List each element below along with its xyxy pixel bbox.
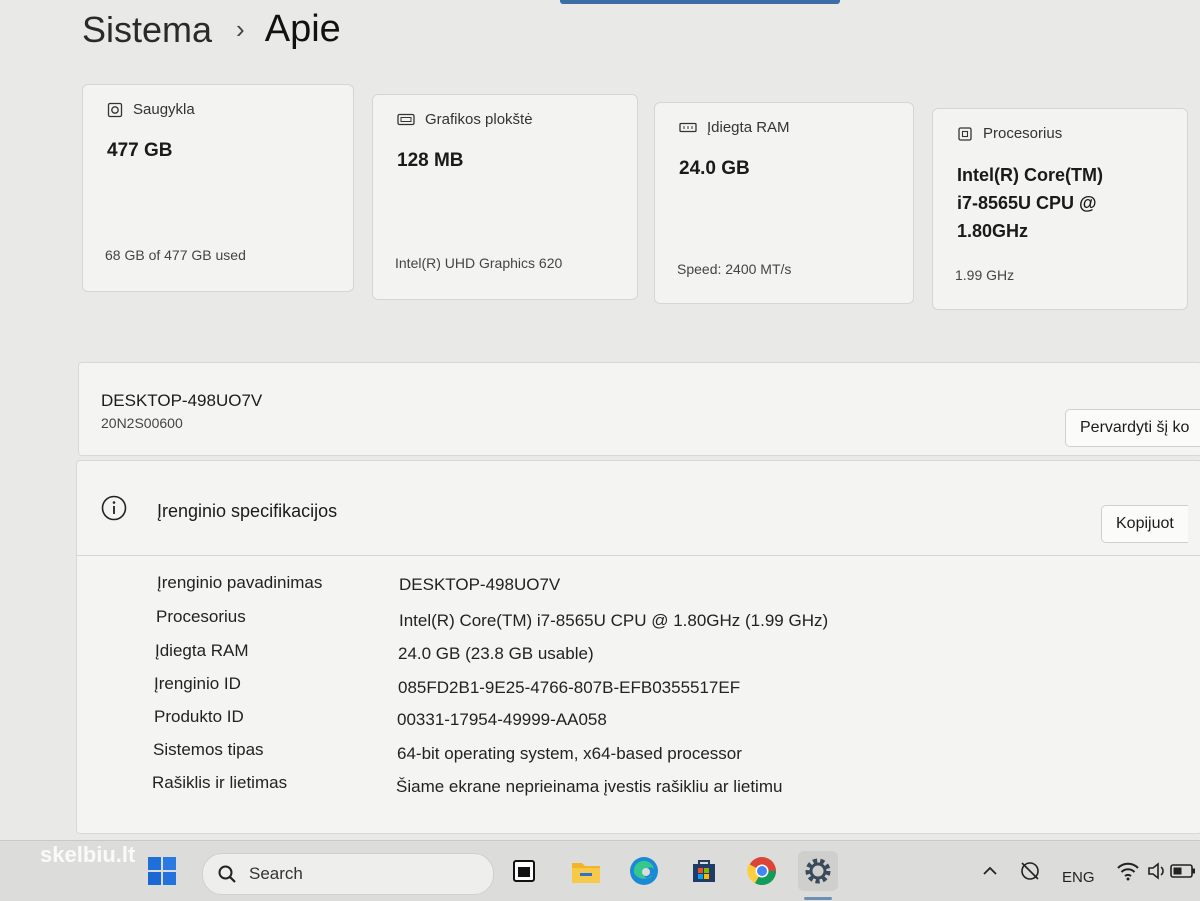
- search-icon: [218, 865, 236, 883]
- device-specs-panel: Įrenginio specifikacijos Kopijuot Įrengi…: [76, 460, 1200, 834]
- processor-value-line: i7-8565U CPU @: [957, 193, 1097, 213]
- spec-value: 64-bit operating system, x64-based proce…: [397, 744, 742, 763]
- no-network-icon[interactable]: [1010, 851, 1050, 891]
- watermark: skelbiu.lt: [40, 842, 136, 867]
- ram-card[interactable]: Įdiegta RAM 24.0 GB Speed: 2400 MT/s: [654, 102, 914, 304]
- spec-value: 085FD2B1-9E25-4766-807B-EFB0355517EF: [398, 678, 741, 697]
- storage-card-header: Saugykla: [107, 101, 195, 118]
- task-view-icon[interactable]: [504, 851, 544, 891]
- graphics-card-icon: [397, 113, 415, 125]
- spec-value: DESKTOP-498UO7V: [399, 575, 561, 594]
- graphics-card[interactable]: Grafikos plokštė 128 MB Intel(R) UHD Gra…: [372, 94, 638, 300]
- breadcrumb: Sistema › Apie: [82, 8, 341, 51]
- processor-value-line: Intel(R) Core(TM): [957, 165, 1103, 185]
- spec-label: Procesorius: [156, 607, 246, 626]
- storage-icon: [107, 102, 123, 117]
- spec-label: Įrenginio pavadinimas: [157, 573, 323, 592]
- processor-card-value: Intel(R) Core(TM) i7-8565U CPU @ 1.80GHz: [957, 161, 1103, 245]
- processor-value-line: 1.80GHz: [957, 221, 1029, 241]
- page-title: Apie: [264, 8, 341, 50]
- file-explorer-icon[interactable]: [566, 851, 606, 891]
- spec-label: Įrenginio ID: [154, 674, 241, 693]
- graphics-card-title: Grafikos plokštė: [425, 111, 533, 128]
- info-icon: [101, 495, 127, 521]
- windows-start-icon[interactable]: [142, 851, 182, 891]
- store-icon[interactable]: [684, 851, 724, 891]
- copy-button[interactable]: Kopijuot: [1101, 505, 1188, 543]
- settings-icon[interactable]: [798, 851, 838, 891]
- chevron-up-icon[interactable]: [970, 851, 1010, 891]
- ram-card-header: Įdiegta RAM: [679, 119, 790, 136]
- spec-value: Intel(R) Core(TM) i7-8565U CPU @ 1.80GHz…: [399, 611, 829, 630]
- device-specs-title: Įrenginio specifikacijos: [157, 501, 338, 521]
- storage-card[interactable]: Saugykla 477 GB 68 GB of 477 GB used: [82, 84, 354, 292]
- ram-card-detail: Speed: 2400 MT/s: [677, 261, 792, 277]
- ram-icon: [679, 122, 697, 132]
- graphics-card-header: Grafikos plokštė: [397, 111, 533, 128]
- device-model: 20N2S00600: [101, 415, 183, 431]
- storage-card-value: 477 GB: [107, 140, 173, 161]
- storage-card-title: Saugykla: [133, 101, 195, 118]
- spec-label: Rašiklis ir lietimas: [152, 773, 288, 792]
- processor-icon: [958, 126, 972, 141]
- taskbar: Search ENG: [0, 840, 1200, 901]
- spec-label: Įdiegta RAM: [155, 641, 249, 660]
- processor-card-detail: 1.99 GHz: [955, 267, 1015, 283]
- window-accent-bar: [560, 0, 840, 4]
- spec-value: 00331-17954-49999-AA058: [397, 710, 607, 729]
- graphics-card-detail: Intel(R) UHD Graphics 620: [395, 255, 563, 271]
- spec-label: Produkto ID: [154, 707, 244, 726]
- spec-label: Sistemos tipas: [153, 740, 264, 759]
- spec-value: 24.0 GB (23.8 GB usable): [398, 644, 594, 663]
- storage-card-detail: 68 GB of 477 GB used: [105, 247, 246, 263]
- device-name-panel: DESKTOP-498UO7V 20N2S00600 Pervardyti šį…: [78, 362, 1200, 456]
- device-name: DESKTOP-498UO7V: [101, 391, 263, 410]
- chrome-icon[interactable]: [742, 851, 782, 891]
- processor-card-title: Procesorius: [983, 125, 1063, 142]
- processor-card-header: Procesorius: [957, 125, 1062, 142]
- breadcrumb-separator: ›: [236, 14, 245, 44]
- taskbar-search-box[interactable]: Search: [202, 853, 494, 895]
- spec-value: Šiame ekrane neprieinama įvestis rašikli…: [396, 777, 783, 796]
- graphics-card-value: 128 MB: [397, 150, 464, 171]
- ram-card-title: Įdiegta RAM: [707, 119, 790, 136]
- language-indicator[interactable]: ENG: [1062, 869, 1095, 886]
- processor-card[interactable]: Procesorius Intel(R) Core(TM) i7-8565U C…: [932, 108, 1188, 310]
- search-label: Search: [249, 864, 303, 883]
- battery-icon[interactable]: [1166, 851, 1200, 891]
- device-specs-header[interactable]: Įrenginio specifikacijos Kopijuot: [77, 461, 1200, 556]
- edge-icon[interactable]: [624, 851, 664, 891]
- ram-card-value: 24.0 GB: [679, 158, 750, 179]
- breadcrumb-parent[interactable]: Sistema: [82, 9, 212, 51]
- rename-pc-button[interactable]: Pervardyti šį ko: [1065, 409, 1200, 447]
